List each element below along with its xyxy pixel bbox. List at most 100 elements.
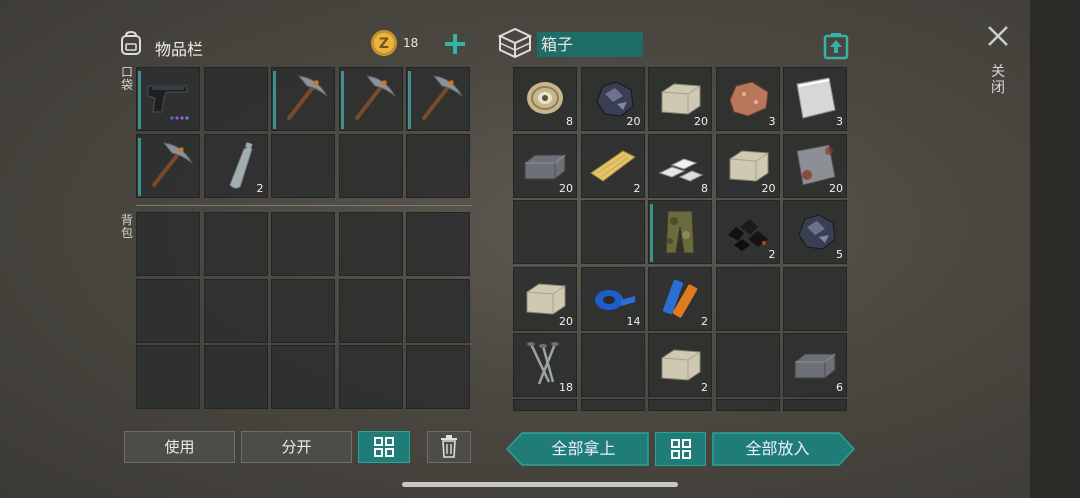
container-slot-partial[interactable] — [715, 399, 780, 411]
container-slot[interactable]: 5 — [783, 200, 847, 264]
container-slot[interactable]: 6 — [783, 333, 847, 397]
pickaxe-icon — [287, 75, 328, 120]
backpack-slot[interactable] — [338, 278, 403, 343]
container-slot[interactable]: 20 — [715, 133, 780, 198]
home-indicator — [402, 482, 678, 487]
item-count: 18 — [559, 381, 573, 394]
container-slot[interactable]: 8 — [513, 67, 577, 131]
container-slot[interactable]: 8 — [648, 133, 712, 198]
durability-bar — [340, 71, 344, 129]
svg-text:Z: Z — [379, 36, 389, 52]
container-slot[interactable]: 20 — [513, 133, 577, 198]
backpack-slot[interactable] — [338, 212, 403, 276]
upload-icon[interactable] — [823, 32, 849, 60]
container-slot-partial[interactable] — [783, 399, 847, 411]
container-slot[interactable]: 20 — [648, 67, 712, 131]
pocket-slot[interactable] — [136, 133, 200, 198]
container-slot-partial[interactable] — [648, 399, 712, 411]
backpack-icon — [121, 30, 141, 55]
item-count: 5 — [836, 248, 843, 261]
container-slot[interactable]: 3 — [715, 67, 780, 131]
item-count: 20 — [559, 314, 573, 328]
sort-inventory-button[interactable] — [358, 431, 410, 463]
take-all-label: 全部拿上 — [551, 439, 616, 458]
backpack-slot[interactable] — [203, 345, 268, 409]
container-slot[interactable]: 2 — [580, 133, 645, 198]
backpack-slot[interactable] — [136, 345, 200, 409]
pocket-slot[interactable] — [136, 67, 200, 131]
pocket-slot[interactable] — [271, 67, 335, 131]
container-slot[interactable] — [715, 266, 780, 331]
durability-bar — [138, 137, 141, 196]
container-slot[interactable]: 20 — [580, 67, 645, 131]
grid-icon — [374, 437, 394, 457]
split-button[interactable]: 分开 — [241, 431, 352, 463]
backpack-slot[interactable] — [136, 212, 200, 276]
copper-ore-icon — [728, 81, 769, 117]
container-slot[interactable]: 2 — [715, 200, 780, 264]
item-count: 2 — [701, 314, 708, 328]
pocket-slot[interactable] — [271, 133, 335, 198]
container-slot-partial[interactable] — [513, 399, 577, 411]
container-slot[interactable]: 14 — [580, 266, 645, 331]
pocket-slot[interactable]: 2 — [203, 133, 268, 198]
backpack-slot[interactable] — [203, 278, 268, 343]
container-slot[interactable] — [715, 333, 780, 397]
put-all-label: 全部放入 — [745, 439, 810, 458]
container-slot[interactable]: 2 — [648, 266, 712, 331]
close-label[interactable]: 关闭 — [990, 64, 1006, 96]
wire-spool-icon — [527, 82, 563, 114]
coin-count: 18 — [403, 36, 419, 50]
backpack-slot[interactable] — [406, 345, 470, 409]
container-slot[interactable]: 20 — [513, 266, 577, 331]
container-name-field[interactable]: 箱子 — [537, 32, 643, 57]
item-count: 2 — [701, 381, 708, 394]
backpack-slot[interactable] — [271, 212, 335, 276]
item-count: 8 — [566, 115, 573, 128]
item-count: 20 — [626, 115, 641, 128]
backpack-slot[interactable] — [203, 212, 268, 276]
item-count: 2 — [256, 181, 264, 195]
sort-container-button[interactable] — [655, 432, 706, 466]
close-icon[interactable] — [987, 25, 1009, 47]
pocket-slot[interactable] — [338, 67, 403, 131]
backpack-slot[interactable] — [406, 212, 470, 276]
container-slot[interactable]: 20 — [783, 133, 847, 198]
container-slot[interactable] — [580, 200, 645, 264]
backpack-slot[interactable] — [271, 278, 335, 343]
item-count: 2 — [768, 248, 776, 261]
take-all-button[interactable]: 全部拿上 — [506, 432, 649, 466]
item-count: 20 — [761, 181, 776, 195]
camo-pants-icon — [665, 210, 695, 254]
item-count: 2 — [633, 181, 641, 195]
item-count: 14 — [626, 314, 641, 328]
container-slot[interactable] — [580, 333, 645, 397]
iron-ingot-icon — [794, 353, 836, 379]
container-slot[interactable]: 18 — [513, 333, 577, 397]
backpack-slot[interactable] — [338, 345, 403, 409]
container-slot[interactable] — [648, 200, 712, 264]
container-slot[interactable]: 3 — [783, 67, 847, 131]
container-slot[interactable]: 2 — [648, 333, 712, 397]
durability-bar — [273, 71, 276, 129]
pocket-slot[interactable] — [338, 133, 403, 198]
add-coins-button[interactable] — [444, 33, 466, 55]
backpack-slot[interactable] — [136, 278, 200, 343]
item-count: 8 — [701, 181, 708, 195]
item-count: 3 — [768, 115, 776, 128]
stone-block-icon — [661, 349, 701, 381]
container-slot[interactable] — [513, 200, 577, 264]
bottle-icon — [228, 141, 253, 189]
pocket-slot[interactable] — [203, 67, 268, 131]
use-button[interactable]: 使用 — [124, 431, 235, 463]
container-slot-partial[interactable] — [580, 399, 645, 411]
container-slot[interactable] — [783, 266, 847, 331]
pocket-slot[interactable] — [406, 67, 470, 131]
pocket-slot[interactable] — [406, 133, 470, 198]
backpack-slot[interactable] — [406, 278, 470, 343]
coin-icon: Z — [371, 30, 397, 56]
trash-button[interactable] — [427, 431, 471, 463]
backpack-slot[interactable] — [271, 345, 335, 409]
put-all-button[interactable]: 全部放入 — [712, 432, 855, 466]
metal-sheet-icon — [796, 77, 836, 119]
